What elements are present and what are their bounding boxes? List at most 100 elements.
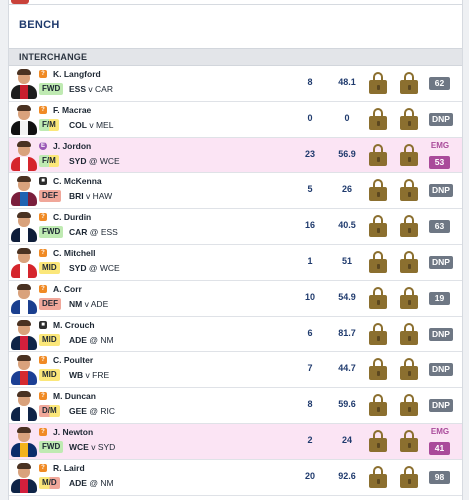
player-name[interactable]: F. Macrae (53, 105, 91, 115)
lock-icon[interactable] (400, 143, 418, 166)
lock-icon[interactable] (400, 394, 418, 417)
player-avatar[interactable] (11, 319, 37, 350)
guernsey (11, 263, 37, 278)
player-row[interactable]: ■ M. Crouch MID ADE @ NM 6 81.7 DNP (9, 316, 462, 353)
player-row[interactable]: ? K. Langford FWD ESS v CAR 8 48.1 62 (9, 66, 462, 102)
lock-icon[interactable] (369, 143, 387, 166)
player-avatar[interactable] (11, 354, 37, 386)
player-name[interactable]: C. Mitchell (53, 248, 96, 258)
lock-icon[interactable] (400, 465, 418, 488)
emergency-icon[interactable]: E (39, 141, 47, 150)
lock-icon[interactable] (400, 286, 418, 309)
guernsey (11, 442, 37, 457)
fixture: BRI v HAW (69, 191, 112, 201)
lock-icon[interactable] (400, 429, 418, 452)
lock-icon[interactable] (369, 72, 387, 94)
score-badge: 53 (429, 155, 450, 169)
player-row[interactable]: ? J. Newton FWD WCE v SYD 2 24 EMG 41 (9, 423, 462, 460)
player-avatar[interactable] (11, 462, 37, 493)
player-row[interactable]: ■ C. McKenna DEF BRI v HAW 5 26 DNP (9, 173, 462, 210)
score-badge: DNP (429, 399, 453, 413)
camera-icon[interactable]: ■ (39, 177, 47, 186)
camera-icon[interactable]: ■ (39, 320, 47, 329)
stat-value-2: 26 (341, 184, 352, 195)
player-name[interactable]: A. Corr (53, 284, 82, 294)
lock-icon[interactable] (369, 394, 387, 417)
player-avatar[interactable] (11, 390, 37, 422)
question-icon[interactable]: ? (39, 463, 47, 472)
lock-icon[interactable] (369, 107, 387, 130)
fixture: ADE @ NM (69, 478, 114, 488)
fixture: WCE v SYD (69, 442, 115, 452)
lock-icon[interactable] (400, 250, 418, 273)
score-badge: DNP (429, 255, 453, 269)
question-icon[interactable]: ? (39, 356, 47, 365)
player-row[interactable]: ? A. Corr DEF NM v ADE 10 54.9 19 (9, 280, 462, 317)
fixture: CAR @ ESS (69, 227, 118, 237)
player-name[interactable]: C. Poulter (53, 355, 93, 365)
lock-icon[interactable] (400, 358, 418, 381)
player-avatar[interactable] (11, 211, 37, 243)
player-row[interactable]: ? C. Durdin FWD CAR @ ESS 16 40.5 63 (9, 209, 462, 245)
lock-icon[interactable] (400, 107, 418, 130)
question-icon[interactable]: ? (39, 213, 47, 222)
player-name[interactable]: J. Newton (53, 427, 93, 437)
player-row[interactable]: ? R. Laird M/D ADE @ NM 20 92.6 98 (9, 459, 462, 496)
lock-icon[interactable] (400, 215, 418, 238)
question-icon[interactable]: ? (39, 284, 47, 293)
player-avatar[interactable] (11, 140, 37, 171)
player-avatar[interactable] (11, 247, 37, 278)
lock-icon[interactable] (400, 179, 418, 202)
player-row[interactable]: ? M. Duncan D/M GEE @ RIC 8 59.6 DNP (9, 388, 462, 424)
hair (17, 355, 31, 362)
stat-value-2: 24 (341, 434, 352, 445)
player-row[interactable]: E J. Jordon F/M SYD @ WCE 23 56.9 EMG 53 (9, 137, 462, 174)
lock-icon[interactable] (369, 465, 387, 488)
guernsey (11, 85, 37, 99)
lock-icon[interactable] (400, 322, 418, 345)
question-icon[interactable]: ? (39, 248, 47, 257)
lock-icon[interactable] (369, 322, 387, 345)
stat-value-2: 44.7 (338, 363, 356, 374)
player-row[interactable]: ? C. Mitchell MID SYD @ WCE 1 51 DNP (9, 244, 462, 281)
lock-icon[interactable] (369, 215, 387, 238)
opponent: WCE (99, 262, 120, 273)
stat-value-1: 16 (304, 220, 315, 231)
player-name[interactable]: M. Duncan (53, 391, 96, 401)
score-badge: DNP (429, 184, 453, 198)
lock-icon[interactable] (400, 72, 418, 94)
question-icon[interactable]: ? (39, 392, 47, 401)
fixture: NM v ADE (69, 299, 108, 309)
hair (17, 391, 31, 398)
player-row[interactable]: ? F. Macrae F/M COL v MEL 0 0 DNP (9, 101, 462, 138)
position-badge: FWD (39, 226, 64, 239)
opponent: NM (100, 334, 114, 345)
opponent: WCE (99, 155, 120, 166)
question-icon[interactable]: ? (39, 105, 47, 114)
lock-icon[interactable] (369, 286, 387, 309)
player-name[interactable]: K. Langford (53, 69, 101, 79)
position-badge: M/D (39, 476, 60, 489)
player-name[interactable]: C. McKenna (53, 176, 102, 186)
lock-icon[interactable] (369, 429, 387, 452)
player-avatar[interactable] (11, 283, 37, 314)
player-name[interactable]: M. Crouch (53, 320, 95, 330)
fixture: GEE @ RIC (69, 406, 115, 416)
team: BRI (69, 191, 84, 202)
player-name[interactable]: R. Laird (53, 463, 85, 473)
question-icon[interactable]: ? (39, 427, 47, 436)
player-avatar[interactable] (11, 426, 37, 457)
lock-icon[interactable] (369, 179, 387, 202)
player-avatar[interactable] (11, 104, 37, 135)
player-row[interactable]: ? C. Poulter MID WB v FRE 7 44.7 DNP (9, 352, 462, 389)
guernsey (11, 371, 37, 386)
lock-icon[interactable] (369, 358, 387, 381)
lock-icon[interactable] (369, 250, 387, 273)
player-name[interactable]: J. Jordon (53, 141, 91, 151)
player-avatar[interactable] (11, 68, 37, 99)
player-avatar[interactable] (11, 175, 37, 207)
fixture-separator: @ (89, 334, 98, 345)
player-name[interactable]: C. Durdin (53, 212, 91, 222)
team: CAR (69, 227, 88, 238)
question-icon[interactable]: ? (39, 70, 47, 78)
